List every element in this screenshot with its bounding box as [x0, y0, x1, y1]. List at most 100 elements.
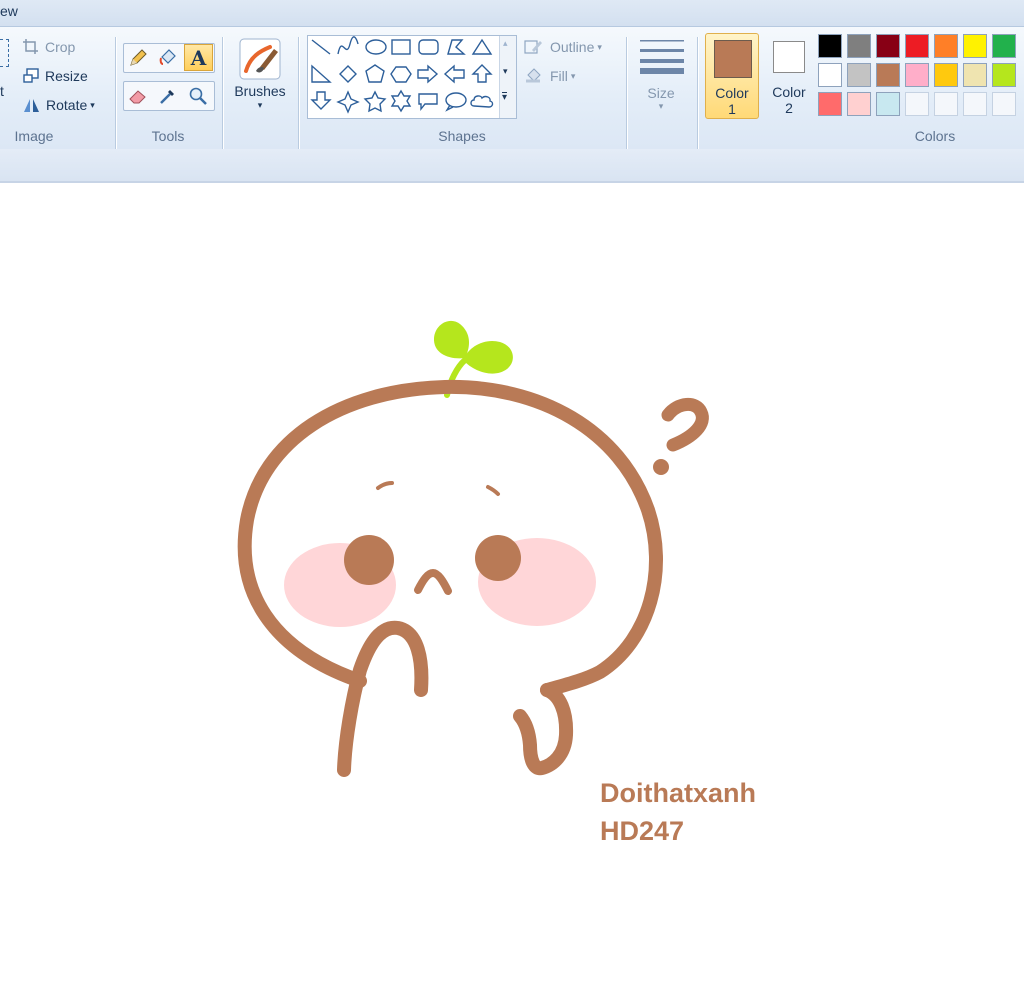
crop-button[interactable]: Crop — [22, 38, 75, 56]
down-arrow-shape-icon — [310, 91, 332, 110]
question-mark-dot — [653, 459, 669, 475]
left-hand — [337, 620, 429, 777]
color-1-swatch — [714, 40, 752, 78]
crop-label: Crop — [45, 39, 76, 55]
palette-swatch[interactable] — [992, 63, 1016, 87]
right-eye — [475, 535, 521, 581]
magnifier-button[interactable] — [184, 83, 212, 109]
left-arrow-shape-icon — [443, 64, 465, 84]
magnifier-icon — [189, 87, 207, 105]
palette-swatch[interactable] — [818, 34, 842, 58]
scroll-up-icon[interactable]: ▴ — [503, 38, 508, 49]
size-label: Size — [647, 85, 675, 101]
rotate-label: Rotate — [46, 97, 88, 113]
question-mark-hook — [661, 398, 709, 452]
palette-swatch[interactable] — [992, 34, 1016, 58]
color-1-number: 1 — [728, 101, 736, 117]
fill-label: Fill — [550, 68, 568, 84]
outline-dropdown-icon: ▾ — [597, 41, 602, 52]
resize-icon — [23, 68, 39, 83]
palette-swatch[interactable] — [847, 92, 871, 116]
triangle-shape-icon — [471, 38, 493, 55]
rectangle-shape-icon — [391, 39, 411, 55]
shapes-expand-icon[interactable]: ▾ — [502, 92, 508, 103]
up-arrow-shape-icon — [471, 64, 493, 83]
shapes-scrollbar[interactable]: ▴ ▾ ▾ — [499, 36, 516, 118]
brushes-label: Brushes — [234, 83, 286, 99]
separator — [115, 37, 116, 157]
color-palette — [818, 34, 1024, 124]
size-button[interactable]: Size ▾ — [636, 35, 686, 119]
select-icon[interactable] — [0, 39, 9, 67]
palette-swatch-empty[interactable] — [992, 92, 1016, 116]
palette-swatch[interactable] — [963, 34, 987, 58]
text-tool-button[interactable]: A — [184, 44, 213, 71]
brush-icon — [239, 38, 281, 80]
brushes-button[interactable]: Brushes ▾ — [230, 35, 290, 119]
crop-icon — [23, 39, 38, 54]
drawing — [237, 320, 709, 777]
color-2-button[interactable]: Color 2 — [763, 33, 815, 117]
palette-swatch[interactable] — [818, 63, 842, 87]
polygon-shape-icon — [447, 39, 466, 55]
nose — [414, 569, 452, 595]
color-1-label: Color — [715, 85, 749, 101]
tools-group-label: Tools — [151, 128, 185, 144]
palette-swatch[interactable] — [876, 92, 900, 116]
rounded-rectangle-shape-icon — [418, 39, 439, 55]
palette-swatch[interactable] — [905, 34, 929, 58]
palette-swatch[interactable] — [963, 63, 987, 87]
palette-swatch[interactable] — [876, 63, 900, 87]
eraser-icon — [129, 90, 146, 104]
tools-row-2 — [123, 81, 215, 111]
pencil-icon — [130, 49, 147, 66]
watermark-line-1: Doithatxanh — [600, 778, 757, 808]
palette-swatch[interactable] — [876, 34, 900, 58]
ribbon: t Crop Resize Rotate ▾ Image A Tools Bru… — [0, 26, 1024, 157]
palette-swatch[interactable] — [847, 34, 871, 58]
color-2-swatch — [773, 41, 805, 73]
size-dropdown-icon: ▾ — [658, 101, 664, 111]
right-triangle-shape-icon — [311, 64, 332, 83]
separator — [222, 37, 223, 157]
text-icon: A — [190, 45, 207, 70]
right-eyebrow — [486, 485, 500, 496]
pencil-button[interactable] — [124, 45, 152, 71]
palette-swatch[interactable] — [934, 63, 958, 87]
resize-button[interactable]: Resize — [22, 67, 88, 85]
rotate-dropdown-icon: ▾ — [90, 99, 95, 110]
outline-button[interactable]: Outline ▾ — [524, 38, 602, 56]
fill-button[interactable]: Fill ▾ — [524, 67, 575, 85]
fill-dropdown-icon: ▾ — [570, 70, 576, 81]
palette-swatch-empty[interactable] — [905, 92, 929, 116]
oval-callout-shape-icon — [445, 92, 467, 112]
palette-swatch[interactable] — [934, 34, 958, 58]
fill-bucket-icon — [526, 68, 541, 83]
palette-swatch-empty[interactable] — [963, 92, 987, 116]
sprout-leaf-left — [433, 320, 470, 359]
palette-swatch-empty[interactable] — [934, 92, 958, 116]
color-picker-button[interactable] — [154, 83, 182, 109]
select-button-stub[interactable]: t — [0, 83, 4, 99]
shapes-gallery: ▴ ▾ ▾ — [307, 35, 517, 119]
tab-view[interactable]: ew — [0, 3, 18, 19]
image-group-label: Image — [14, 128, 54, 144]
palette-swatch[interactable] — [818, 92, 842, 116]
color-2-label: Color — [772, 84, 806, 100]
watermark-text: Doithatxanh HD247 — [600, 774, 756, 850]
rounded-callout-shape-icon — [418, 93, 438, 111]
scroll-down-icon[interactable]: ▾ — [503, 66, 508, 77]
rotate-button[interactable]: Rotate ▾ — [22, 96, 95, 114]
line-size-icon — [640, 40, 684, 74]
separator — [298, 37, 299, 157]
eraser-button[interactable] — [124, 83, 152, 109]
color-1-button[interactable]: Color 1 — [705, 33, 759, 119]
drawing-canvas[interactable]: Doithatxanh HD247 — [0, 185, 1024, 989]
color-2-number: 2 — [785, 100, 793, 116]
fill-bucket-button[interactable] — [154, 45, 182, 71]
line-shape-icon — [311, 39, 331, 55]
palette-swatch[interactable] — [847, 63, 871, 87]
palette-swatch[interactable] — [905, 63, 929, 87]
five-point-star-shape-icon — [363, 90, 387, 113]
outline-label: Outline — [550, 39, 595, 55]
